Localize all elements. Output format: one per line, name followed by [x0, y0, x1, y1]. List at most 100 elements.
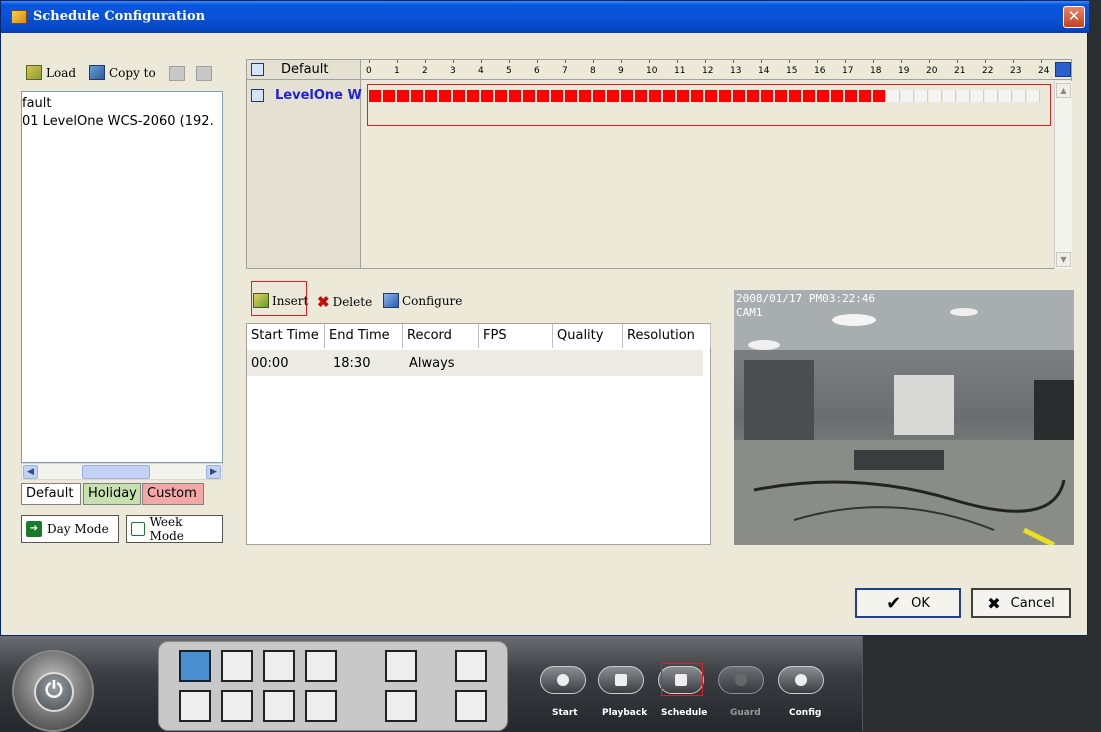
- delete-button[interactable]: ✖ Delete: [317, 293, 372, 311]
- hour-tick: [369, 60, 370, 63]
- configure-button[interactable]: Configure: [383, 293, 462, 308]
- hour-label: 7: [562, 66, 568, 76]
- fullscreen-icon[interactable]: [455, 690, 487, 722]
- horizontal-scrollbar[interactable]: ◀ ▶: [21, 463, 223, 480]
- hour-tick: [565, 60, 566, 63]
- copy-to-button[interactable]: Copy to: [89, 65, 156, 80]
- hour-tick: [705, 60, 706, 63]
- hour-label: 19: [898, 66, 910, 76]
- camera-row-icon: [251, 89, 264, 102]
- insert-button[interactable]: Insert: [253, 293, 308, 308]
- hour-label: 0: [366, 66, 372, 76]
- configure-label: Configure: [402, 293, 463, 308]
- layout-4-icon[interactable]: [221, 650, 253, 682]
- hour-label: 8: [590, 66, 596, 76]
- scroll-thumb[interactable]: [82, 465, 150, 479]
- schedule-listbox[interactable]: fault 01 LevelOne WCS-2060 (192.: [21, 91, 223, 463]
- layout-n-icon[interactable]: [305, 690, 337, 722]
- layout-1-icon[interactable]: [179, 650, 211, 682]
- hour-tick: [985, 60, 986, 63]
- video-timestamp: 2008/01/17 PM03:22:46: [736, 292, 876, 305]
- column-header[interactable]: Quality: [553, 324, 623, 348]
- zoom-grid-icon[interactable]: [1055, 62, 1071, 77]
- layout-13-icon[interactable]: [179, 690, 211, 722]
- table-row[interactable]: 00:00 18:30 Always: [247, 350, 703, 376]
- column-header[interactable]: Resolution: [623, 324, 711, 348]
- hour-tick: [761, 60, 762, 63]
- day-mode-button[interactable]: ➜ Day Mode: [21, 515, 119, 543]
- layout-6-icon[interactable]: [263, 650, 295, 682]
- load-icon: [26, 65, 42, 80]
- hour-label: 20: [926, 66, 938, 76]
- hour-label: 5: [506, 66, 512, 76]
- close-button[interactable]: ✕: [1063, 6, 1085, 28]
- ok-button[interactable]: ✔ OK: [855, 588, 961, 618]
- hour-label: 12: [702, 66, 714, 76]
- rotate-icon[interactable]: [455, 650, 487, 682]
- delete-icon: ✖: [317, 293, 330, 311]
- remove-icon[interactable]: [196, 66, 212, 81]
- insert-icon: [253, 293, 269, 308]
- layout-16-icon[interactable]: [221, 690, 253, 722]
- paste-icon[interactable]: [169, 66, 185, 81]
- status-area: [862, 636, 1101, 731]
- hour-tick: [929, 60, 930, 63]
- column-header[interactable]: Record: [403, 324, 479, 348]
- playback-button[interactable]: [598, 666, 644, 694]
- hour-label: 3: [450, 66, 456, 76]
- power-icon: ⏻: [34, 672, 74, 712]
- power-button[interactable]: ⏻: [12, 650, 94, 732]
- layout-frame-icon[interactable]: [385, 690, 417, 722]
- scroll-left-icon[interactable]: ◀: [23, 465, 38, 479]
- start-button[interactable]: [540, 666, 586, 694]
- hour-tick: [481, 60, 482, 63]
- column-header[interactable]: End Time: [325, 324, 403, 348]
- column-header[interactable]: FPS: [479, 324, 553, 348]
- hour-label: 11: [674, 66, 686, 76]
- tab-custom[interactable]: Custom: [142, 483, 204, 505]
- tab-holiday[interactable]: Holiday: [83, 483, 141, 505]
- load-button[interactable]: Load: [26, 65, 76, 80]
- hour-tick: [817, 60, 818, 63]
- scroll-up-icon[interactable]: ▲: [1056, 83, 1071, 98]
- record-cell: Always: [409, 356, 455, 371]
- cancel-label: Cancel: [1010, 595, 1055, 611]
- week-mode-button[interactable]: Week Mode: [126, 515, 223, 543]
- hour-tick: [845, 60, 846, 63]
- schedule-table[interactable]: Start Time End Time Record FPS Quality R…: [246, 323, 711, 545]
- tab-default[interactable]: Default: [21, 483, 81, 505]
- vertical-scrollbar[interactable]: ▲ ▼: [1054, 81, 1072, 269]
- list-item[interactable]: 01 LevelOne WCS-2060 (192.: [22, 114, 214, 129]
- layout-25-icon[interactable]: [263, 690, 295, 722]
- hour-label: 10: [646, 66, 658, 76]
- hour-label: 1: [394, 66, 400, 76]
- column-header[interactable]: Start Time: [247, 324, 325, 348]
- config-label: Config: [789, 708, 822, 718]
- guard-button[interactable]: [718, 666, 764, 694]
- hour-label: 2: [422, 66, 428, 76]
- hour-tick: [901, 60, 902, 63]
- layout-custom-icon[interactable]: [385, 650, 417, 682]
- copy-icon: [89, 65, 105, 80]
- hour-label: 14: [758, 66, 770, 76]
- config-button[interactable]: [778, 666, 824, 694]
- x-icon: ✖: [987, 593, 1001, 613]
- list-item[interactable]: fault: [22, 96, 52, 111]
- hour-label: 6: [534, 66, 540, 76]
- hour-label: 21: [954, 66, 966, 76]
- scroll-down-icon[interactable]: ▼: [1056, 252, 1071, 267]
- hour-tick: [733, 60, 734, 63]
- camera-row-label[interactable]: LevelOne W: [275, 88, 362, 103]
- layout-9-icon[interactable]: [305, 650, 337, 682]
- cancel-button[interactable]: ✖ Cancel: [971, 588, 1071, 618]
- ok-label: OK: [911, 595, 930, 611]
- start-time-cell: 00:00: [251, 356, 289, 371]
- schedule-app-icon: [11, 10, 27, 24]
- hour-tick: [1041, 60, 1042, 63]
- arrow-right-icon: ➜: [26, 521, 42, 537]
- hour-tick: [649, 60, 650, 63]
- delete-label: Delete: [332, 295, 373, 309]
- hour-tick: [789, 60, 790, 63]
- hour-tick: [1013, 60, 1014, 63]
- scroll-right-icon[interactable]: ▶: [206, 465, 221, 479]
